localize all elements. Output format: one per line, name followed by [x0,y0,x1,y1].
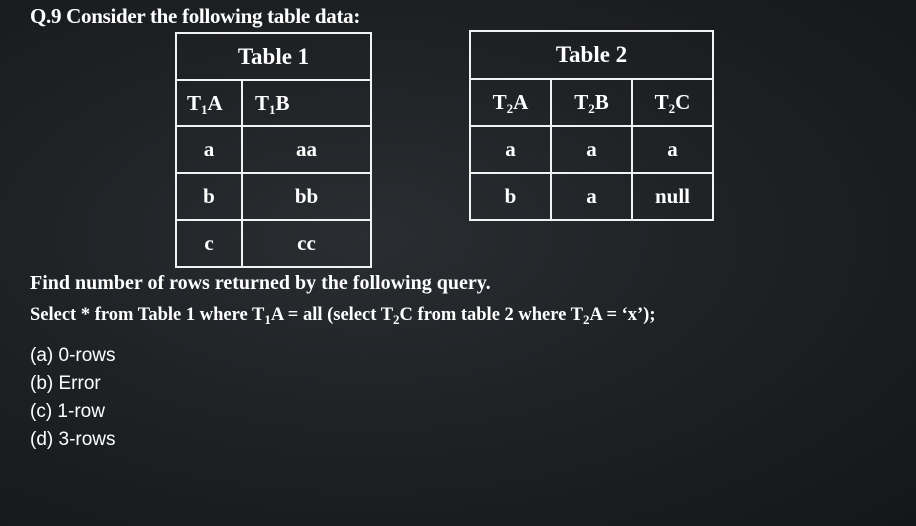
table-2-header-cell: T2A [469,78,552,127]
table-cell: aa [241,125,372,174]
table-1-header-row: T1A T1B [175,79,372,127]
question-prompt: Find number of rows returned by the foll… [30,272,491,294]
table-1: Table 1 T1A T1B a aa b bb c cc [175,32,372,268]
table-2-header-cell: T2C [630,78,715,127]
table-row: c cc [175,219,372,268]
table-cell: cc [241,219,372,268]
table-cell: b [469,172,552,221]
table-2-title: Table 2 [468,30,715,80]
table-cell: a [630,125,715,174]
table-1-header-cell: T1B [241,79,372,127]
table-2-header-row: T2A T2B T2C [469,78,715,127]
table-row: b a null [469,172,715,221]
table-2-header-cell: T2B [550,78,633,127]
table-cell: bb [241,172,372,221]
option-b: (b) Error [30,373,101,394]
table-cell: null [630,172,715,221]
table-cell: a [550,172,633,221]
table-row: b bb [175,172,372,221]
table-cell: b [175,172,243,221]
sql-query: Select * from Table 1 where T1A = all (s… [30,305,656,327]
option-c: (c) 1-row [30,401,105,422]
table-1-header-cell: T1A [175,79,243,127]
table-cell: c [175,219,243,268]
option-a: (a) 0-rows [30,345,116,366]
table-row: a a a [469,125,715,174]
table-2: Table 2 T2A T2B T2C a a a b a null [468,30,715,221]
table-cell: a [550,125,633,174]
table-cell: a [469,125,552,174]
answer-options: (a) 0-rows (b) Error (c) 1-row (d) 3-row… [30,342,116,454]
table-row: a aa [175,125,372,174]
option-d: (d) 3-rows [30,429,116,450]
question-title: Q.9 Consider the following table data: [30,4,361,28]
table-cell: a [175,125,243,174]
table-1-title: Table 1 [175,32,372,81]
